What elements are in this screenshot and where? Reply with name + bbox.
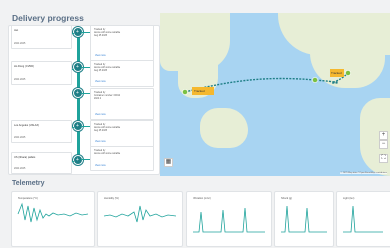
event-line: Aug 25 2025 bbox=[94, 130, 108, 133]
telemetry-card-humidity[interactable]: Humidity (%) bbox=[97, 191, 183, 247]
stop-name: Los Angeles (USLAX) bbox=[14, 124, 40, 127]
route-end-callout-label: Tracked bbox=[331, 71, 342, 75]
event-card[interactable]: Tracked by device with some suitable Aug… bbox=[90, 25, 154, 61]
stop-card[interactable]: US (Ithaca) pallets 2024 2025 bbox=[11, 152, 72, 174]
event-card[interactable]: Tracked by device with some suitable Aug… bbox=[90, 60, 154, 87]
series-line bbox=[17, 202, 89, 223]
event-line: device with some suitable bbox=[94, 153, 121, 156]
stop-name: US (Ithaca) pallets bbox=[14, 156, 36, 159]
timeline-node[interactable]: + bbox=[73, 155, 83, 165]
stop-name: Ho Dong (CVND) bbox=[14, 65, 35, 68]
telemetry-card-light[interactable]: Light (lux) bbox=[336, 191, 390, 247]
series-line bbox=[193, 207, 265, 233]
stop-card[interactable]: Ho Dong (CVND) 2024 2025 bbox=[11, 61, 72, 85]
humidity-chart bbox=[103, 205, 177, 223]
route-layer bbox=[182, 69, 351, 95]
event-line: Aug 25 2025 bbox=[94, 35, 108, 38]
timeline-connector bbox=[81, 159, 90, 160]
telemetry-card-shock[interactable]: Shock (g) bbox=[274, 191, 334, 247]
event-line: 2024 2 bbox=[94, 98, 102, 101]
timeline-connector bbox=[81, 32, 90, 33]
timeline-connector bbox=[81, 93, 90, 94]
timeline-connector bbox=[81, 126, 90, 127]
route-start-marker bbox=[182, 89, 188, 95]
shock-chart bbox=[281, 205, 327, 233]
event-card[interactable]: Tracked by Container number: 00012 2024 … bbox=[90, 88, 154, 120]
stop-date: 2024 2025 bbox=[14, 167, 26, 170]
event-line: Aug 25 2025 bbox=[94, 70, 108, 73]
telemetry-card-vibration[interactable]: Vibration (m/s²) bbox=[186, 191, 272, 247]
route-map[interactable]: Tracked Tracked + − ⛶ ▦ © 2025 Map data … bbox=[160, 13, 390, 176]
timeline-connector bbox=[81, 67, 90, 68]
zoom-out-button[interactable]: − bbox=[379, 140, 388, 149]
view-more-link[interactable]: View more bbox=[95, 81, 106, 83]
vibration-chart bbox=[193, 207, 265, 233]
stop-card[interactable]: Los Angeles (USLAX) 2024 2025 bbox=[11, 120, 72, 143]
event-card[interactable]: Tracked by device with some suitable Vie… bbox=[90, 146, 154, 171]
light-chart bbox=[343, 205, 383, 233]
series-line bbox=[281, 205, 327, 233]
series-line bbox=[103, 205, 177, 223]
stop-date: 2024 2025 bbox=[14, 136, 26, 139]
view-more-link[interactable]: View more bbox=[95, 55, 106, 57]
telemetry-card-temperature[interactable]: Temperature (°C) bbox=[11, 191, 95, 247]
route-end-marker bbox=[345, 70, 351, 76]
view-more-link[interactable]: View more bbox=[95, 114, 106, 116]
telemetry-title: Telemetry bbox=[12, 180, 45, 187]
stop-date: 2024 2025 bbox=[14, 42, 26, 45]
fullscreen-icon[interactable]: ⛶ bbox=[379, 154, 388, 163]
route-waypoint-marker bbox=[312, 77, 318, 83]
stop-date: 2024 2025 bbox=[14, 78, 26, 81]
map-attribution: © 2025 Map data ©OpenStreetMap contribut… bbox=[340, 172, 387, 174]
zoom-in-button[interactable]: + bbox=[379, 131, 388, 140]
map-layers-icon[interactable]: ▦ bbox=[164, 158, 173, 167]
stop-card[interactable]: Jan 2024 2025 bbox=[11, 25, 72, 49]
view-more-link[interactable]: View more bbox=[95, 165, 106, 167]
route-start-callout-label: Tracked bbox=[194, 89, 205, 93]
series-line bbox=[343, 205, 383, 233]
page-title: Delivery progress bbox=[12, 13, 84, 23]
event-card[interactable]: Tracked by device with some suitable Aug… bbox=[90, 120, 154, 147]
stop-name: Jan bbox=[14, 29, 19, 32]
view-more-link[interactable]: View more bbox=[95, 141, 106, 143]
temperature-chart bbox=[17, 202, 89, 223]
